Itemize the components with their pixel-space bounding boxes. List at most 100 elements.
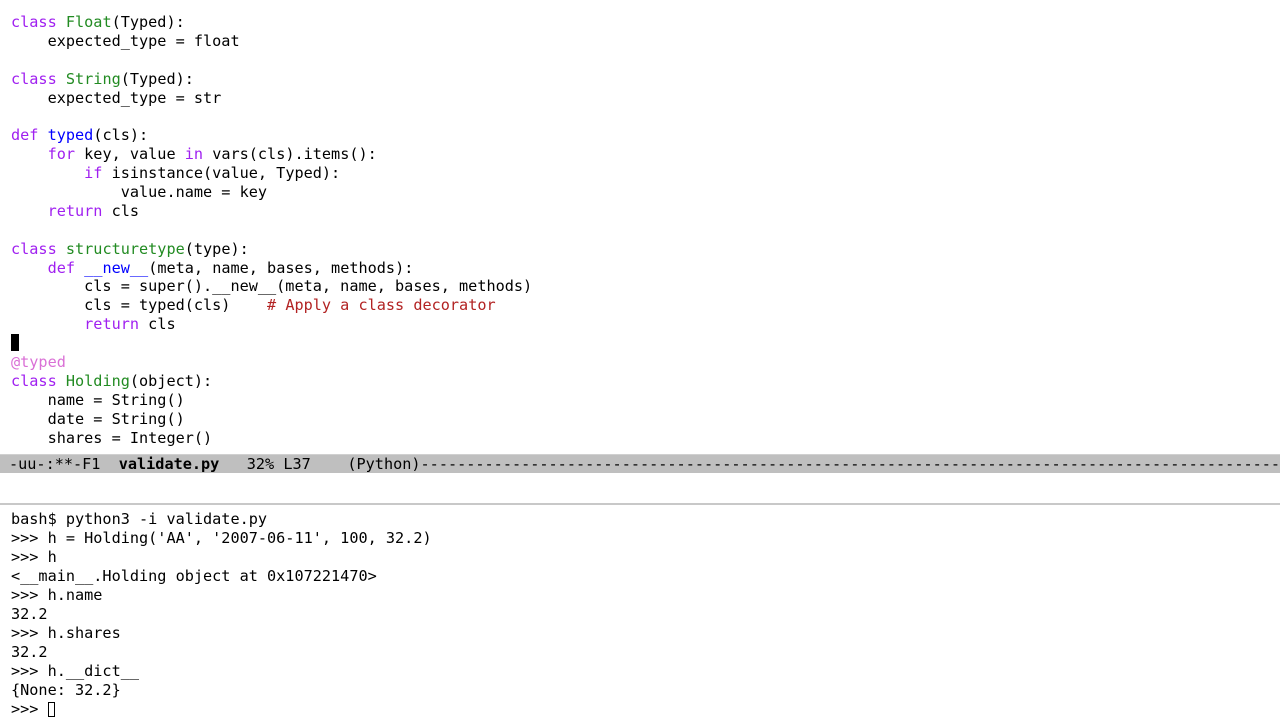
terminal-line: >>> h.name (11, 586, 103, 604)
code-token: date = String() (11, 409, 185, 428)
code-line: class structuretype(type): (11, 240, 1280, 259)
mode-line-sep-1 (100, 455, 118, 473)
mode-line-fill-dashes: ----------------------------------------… (420, 455, 1280, 473)
code-token: Float (65, 13, 112, 31)
code-token: class (11, 371, 57, 390)
code-token: class (11, 69, 57, 88)
code-line (11, 221, 1280, 240)
terminal-prompt-line[interactable]: >>> (11, 700, 1280, 719)
code-line: if isinstance(value, Typed): (11, 164, 1280, 183)
terminal-prompt: >>> (11, 700, 48, 718)
code-token: (type): (184, 239, 249, 258)
terminal-line: 32.2 (11, 605, 48, 623)
terminal-line: >>> h.__dict__ (11, 662, 140, 680)
code-line: cls = typed(cls) # Apply a class decorat… (11, 296, 1280, 315)
editor-cursor (11, 334, 19, 352)
terminal-cursor (47, 702, 55, 717)
code-token: # Apply a class decorator (267, 296, 496, 315)
code-line: @typed (11, 353, 1280, 372)
terminal-line: 32.2 (11, 643, 48, 661)
code-token: in (184, 145, 204, 164)
code-token: cls = typed(cls) (11, 296, 231, 315)
code-line: for key, value in vars(cls).items(): (11, 145, 1280, 164)
mode-line-scroll-percent: 32% (246, 455, 275, 473)
code-buffer[interactable]: class Float(Typed): expected_type = floa… (0, 0, 1280, 447)
code-token: (cls): (93, 126, 149, 145)
mode-line-content: -uu-:**-F1 validate.py 32% L37 (Python)-… (0, 455, 1280, 473)
code-token: shares = Integer() (11, 428, 213, 447)
code-token: key, value (75, 145, 185, 164)
code-line: name = String() (11, 391, 1280, 410)
code-line: class String(Typed): (11, 70, 1280, 89)
code-line: cls = super().__new__(meta, name, bases,… (11, 277, 1280, 296)
emacs-editor-pane[interactable]: class Float(Typed): expected_type = floa… (0, 0, 1280, 454)
code-token: for (47, 145, 76, 164)
code-line (11, 51, 1280, 70)
mode-line-sep-3 (311, 455, 348, 473)
code-token: structuretype (65, 239, 185, 258)
code-token: String (65, 69, 121, 88)
code-line: def __new__(meta, name, bases, methods): (11, 259, 1280, 278)
code-token: __new__ (84, 258, 149, 277)
code-token: name = String() (11, 390, 185, 409)
code-token: cls (139, 315, 176, 334)
terminal-line: >>> h.shares (11, 624, 121, 642)
code-token: typed (47, 126, 94, 145)
code-line: return cls (11, 315, 1280, 334)
mode-line-major-mode: (Python) (347, 455, 421, 473)
mode-line-space (274, 455, 283, 473)
code-token: return (84, 315, 140, 334)
terminal-line: >>> h = Holding('AA', '2007-06-11', 100,… (11, 529, 432, 547)
terminal-pane[interactable]: bash$ python3 -i validate.py >>> h = Hold… (0, 505, 1280, 720)
code-token: def (47, 258, 76, 277)
code-token: return (47, 201, 103, 220)
code-token: def (11, 126, 39, 145)
code-token: (object): (129, 371, 213, 390)
terminal-output[interactable]: bash$ python3 -i validate.py >>> h = Hold… (0, 505, 1280, 719)
code-line: expected_type = float (11, 32, 1280, 51)
code-token: expected_type = str (11, 88, 222, 107)
code-token: Holding (65, 371, 130, 390)
emacs-mode-line: -uu-:**-F1 validate.py 32% L37 (Python)-… (0, 454, 1280, 473)
code-line: class Float(Typed): (11, 13, 1280, 32)
code-token: (Typed): (120, 69, 194, 88)
code-line (11, 334, 1280, 353)
code-token: @typed (11, 353, 66, 372)
code-line: shares = Integer() (11, 429, 1280, 448)
code-line: def typed(cls): (11, 126, 1280, 145)
code-token: value.name = key (11, 183, 268, 202)
mode-line-status-flags: -uu-:**-F1 (9, 455, 101, 473)
mode-line-line-number: L37 (283, 455, 311, 473)
code-token: if (84, 164, 103, 183)
terminal-line: >>> h (11, 548, 57, 566)
code-line: value.name = key (11, 183, 1280, 202)
code-token: class (11, 239, 57, 258)
code-token: cls = super().__new__(meta, name, bases,… (11, 277, 533, 296)
code-token: isinstance(value, Typed): (102, 164, 341, 183)
terminal-line: {None: 32.2} (11, 681, 121, 699)
screen-root: class Float(Typed): expected_type = floa… (0, 0, 1280, 720)
terminal-line: <__main__.Holding object at 0x107221470> (11, 567, 377, 585)
code-line: date = String() (11, 410, 1280, 429)
code-token: vars(cls).items(): (203, 145, 377, 164)
code-token: expected_type = float (11, 31, 240, 50)
code-token: (meta, name, bases, methods): (148, 258, 414, 277)
code-line (11, 107, 1280, 126)
code-token: (Typed): (111, 13, 185, 31)
terminal-line: bash$ python3 -i validate.py (11, 510, 268, 528)
pane-gap (0, 473, 1280, 503)
